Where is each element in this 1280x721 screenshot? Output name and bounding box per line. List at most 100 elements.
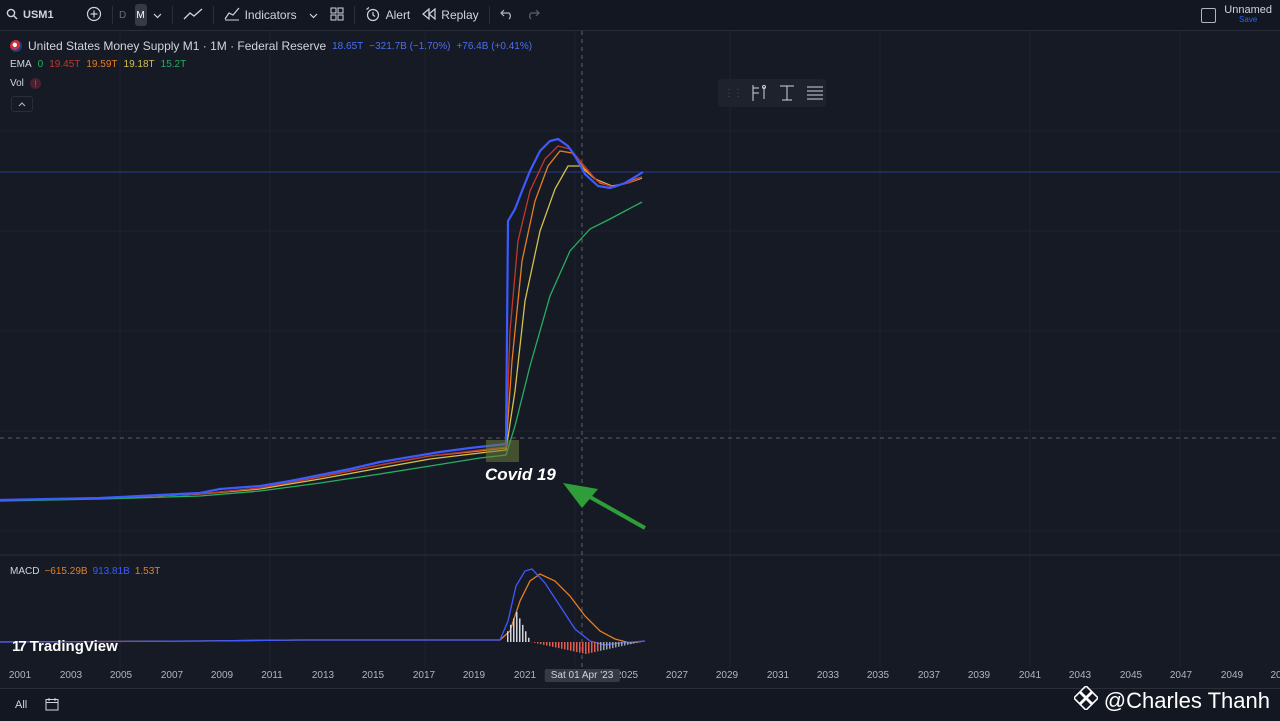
covid-highlight-box xyxy=(486,440,519,462)
time-axis-label: 2001 xyxy=(9,670,31,681)
time-axis-label: 2045 xyxy=(1120,670,1142,681)
chart-type-button[interactable] xyxy=(177,0,209,30)
symbol-label: USM1 xyxy=(23,9,54,21)
interval-dropdown[interactable] xyxy=(147,0,168,30)
time-axis-label: 2013 xyxy=(312,670,334,681)
time-axis-label: 2037 xyxy=(918,670,940,681)
legend-change: −321.7B (−1.70%) xyxy=(369,41,450,52)
time-axis-label: 2009 xyxy=(211,670,233,681)
lines-tool-icon[interactable] xyxy=(804,82,826,104)
macd-histogram-bar xyxy=(516,612,518,642)
replay-label: Replay xyxy=(441,8,478,22)
macd-histogram-bar xyxy=(627,642,629,645)
ema-value-red: 19.45T xyxy=(49,59,80,70)
macd-histogram-bar xyxy=(615,642,617,647)
chart-area[interactable]: United States Money Supply M1 · 1M · Fed… xyxy=(0,31,1280,687)
macd-histogram-bar xyxy=(576,642,578,652)
replay-button[interactable]: Replay xyxy=(416,0,484,30)
time-axis-label: 2005 xyxy=(110,670,132,681)
divider xyxy=(489,6,490,24)
macd-histogram-bar xyxy=(591,642,593,653)
macd-histogram-bar xyxy=(519,618,521,642)
macd-histogram-bar xyxy=(564,642,566,649)
indicators-button[interactable]: Indicators xyxy=(218,0,303,30)
save-label[interactable]: Save xyxy=(1239,15,1257,25)
macd-histogram-bar xyxy=(582,642,584,653)
macd-histogram-bar xyxy=(561,642,563,649)
volume-legend[interactable]: Vol ! xyxy=(10,78,41,89)
time-axis-label: 2047 xyxy=(1170,670,1192,681)
macd-histogram-bar xyxy=(594,642,596,652)
time-axis-label: 2027 xyxy=(666,670,688,681)
line-chart-icon xyxy=(183,7,203,24)
compare-symbol-button[interactable] xyxy=(80,0,108,30)
macd-legend[interactable]: MACD −615.29B 913.81B 1.53T xyxy=(10,566,160,577)
macd-histogram-bar xyxy=(570,642,572,651)
macd-histogram-bar xyxy=(612,642,614,648)
fib-tool-icon[interactable] xyxy=(748,82,770,104)
macd-value-2: 913.81B xyxy=(93,566,130,577)
legend-title[interactable]: United States Money Supply M1 · 1M · Fed… xyxy=(28,39,326,53)
ema-yellow-line xyxy=(0,166,642,500)
ema-red-line xyxy=(0,146,642,500)
price-line xyxy=(0,139,643,500)
ema-zero: 0 xyxy=(38,59,44,70)
macd-histogram-bar xyxy=(507,631,509,642)
redo-icon xyxy=(526,8,540,23)
chevron-up-icon xyxy=(18,99,26,109)
text-cursor-tool-icon[interactable] xyxy=(776,82,798,104)
calendar-icon[interactable] xyxy=(45,697,59,714)
time-axis[interactable]: 2001200320052007200920112013201520172019… xyxy=(0,667,1280,687)
range-all-button[interactable]: All xyxy=(15,699,27,711)
top-toolbar: USM1 D M Indicators xyxy=(0,0,1280,31)
macd-histogram-bar xyxy=(609,642,611,649)
drag-handle-icon[interactable]: ⋮⋮ xyxy=(724,88,742,99)
interval-m-button[interactable]: M xyxy=(135,4,147,26)
macd-value-1: −615.29B xyxy=(44,566,87,577)
macd-histogram-bar xyxy=(552,642,554,647)
macd-histogram-bar xyxy=(600,642,602,651)
ema-label: EMA xyxy=(10,59,32,70)
time-axis-label: 2035 xyxy=(867,670,889,681)
time-axis-label: 2015 xyxy=(362,670,384,681)
time-axis-label: 2039 xyxy=(968,670,990,681)
macd-histogram-bar xyxy=(588,642,590,653)
floating-drawing-toolbar: ⋮⋮ xyxy=(718,79,826,107)
macd-label: MACD xyxy=(10,566,39,577)
collapse-legend-button[interactable] xyxy=(11,96,33,112)
ema-legend[interactable]: EMA 0 19.45T 19.59T 19.18T 15.2T xyxy=(10,59,186,70)
time-axis-label: 2011 xyxy=(261,670,283,681)
symbol-search[interactable]: USM1 xyxy=(0,0,60,30)
macd-histogram-bar xyxy=(522,625,524,642)
indicators-dropdown[interactable] xyxy=(303,0,324,30)
redo-button[interactable] xyxy=(520,0,546,30)
warning-icon[interactable]: ! xyxy=(30,78,41,89)
macd-histogram-bar xyxy=(621,642,623,646)
alert-label: Alert xyxy=(386,8,411,22)
crosshair-date-label: Sat 01 Apr '23 xyxy=(545,669,620,682)
covid-annotation-text[interactable]: Covid 19 xyxy=(485,465,556,485)
macd-histogram-bar xyxy=(543,642,545,645)
macd-histogram-bar xyxy=(558,642,560,648)
layouts-button[interactable] xyxy=(324,0,350,30)
ema-value-orange: 19.59T xyxy=(86,59,117,70)
alert-button[interactable]: Alert xyxy=(359,0,417,30)
plus-circle-icon xyxy=(86,6,102,25)
time-axis-label: 2041 xyxy=(1019,670,1041,681)
rewind-icon xyxy=(422,8,436,23)
time-axis-label: 2017 xyxy=(413,670,435,681)
macd-histogram-bar xyxy=(597,642,599,651)
layout-name-area[interactable]: Unnamed Save xyxy=(1201,0,1272,30)
tradingview-logo[interactable]: 17 TradingView xyxy=(12,638,118,655)
interval-d-button[interactable]: D xyxy=(117,4,129,26)
legend-change-2: +76.4B (+0.41%) xyxy=(456,41,532,52)
ema-value-green: 15.2T xyxy=(161,59,187,70)
macd-histogram-bar xyxy=(633,642,635,644)
divider xyxy=(112,6,113,24)
undo-button[interactable] xyxy=(494,0,520,30)
macd-histogram-bar xyxy=(567,642,569,650)
layout-checkbox[interactable] xyxy=(1201,8,1216,23)
macd-histogram-bar xyxy=(540,642,542,644)
ema-orange-line xyxy=(0,151,642,500)
macd-value-3: 1.53T xyxy=(135,566,161,577)
